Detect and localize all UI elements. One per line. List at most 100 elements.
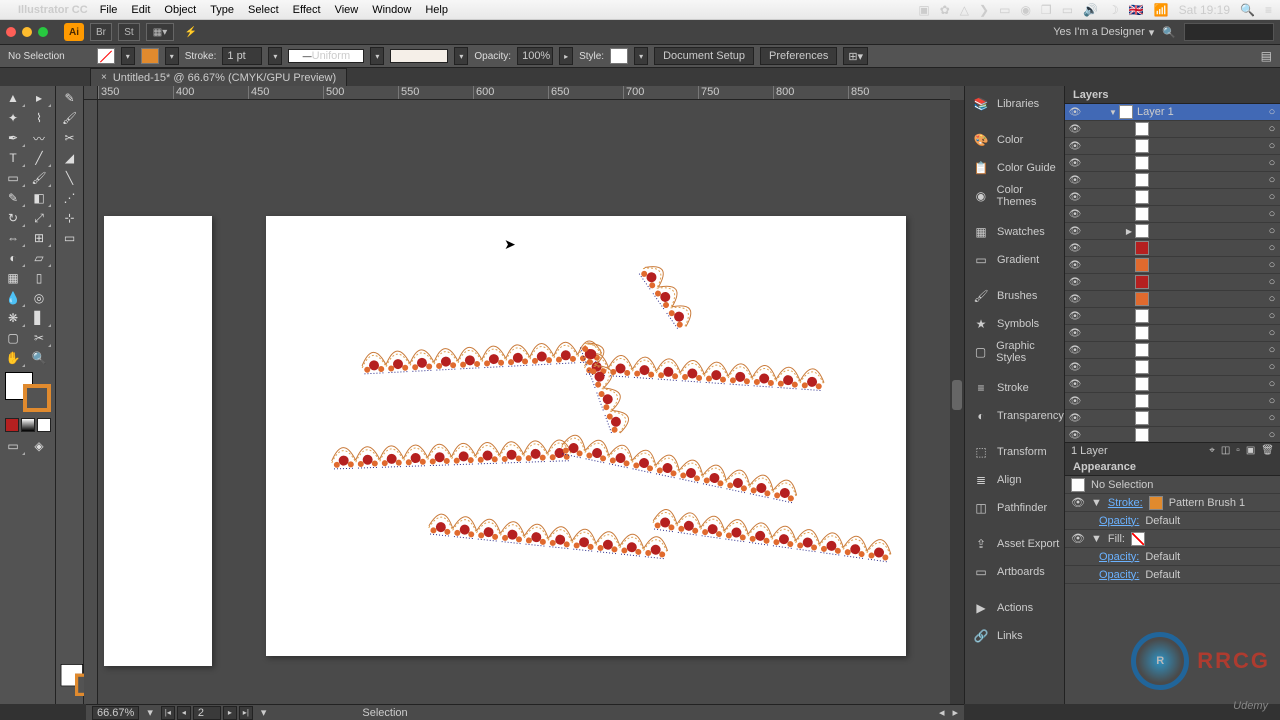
panel-strip-transparency[interactable]: ◐Transparency: [965, 402, 1064, 430]
flag-icon[interactable]: 🇬🇧: [1129, 3, 1144, 17]
artboard-number-field[interactable]: 2: [193, 706, 221, 720]
menu-icon[interactable]: ≡: [1265, 3, 1272, 17]
tool-sec[interactable]: ⋰: [57, 188, 83, 208]
tray-icon[interactable]: ▣: [918, 3, 929, 17]
document-setup-button[interactable]: Document Setup: [654, 47, 754, 65]
gradient-tool[interactable]: ▯: [26, 268, 52, 288]
appearance-tab[interactable]: Appearance: [1065, 458, 1280, 476]
visibility-icon[interactable]: 👁: [1065, 243, 1085, 254]
zoom-field[interactable]: 66.67%: [92, 706, 139, 720]
visibility-icon[interactable]: 👁: [1065, 124, 1085, 135]
perspective-tool[interactable]: ▱: [26, 248, 52, 268]
target-icon[interactable]: ○: [1264, 310, 1280, 322]
tool-sec[interactable]: ◢: [57, 148, 83, 168]
target-icon[interactable]: ○: [1264, 208, 1280, 220]
tool-sec[interactable]: ⊹: [57, 208, 83, 228]
layer-row[interactable]: 👁○: [1065, 172, 1280, 189]
layer-row[interactable]: 👁○: [1065, 189, 1280, 206]
rotate-tool[interactable]: ↻: [0, 208, 26, 228]
magic-wand-tool[interactable]: ✦: [0, 108, 26, 128]
disclose-icon[interactable]: ▼: [1091, 497, 1102, 509]
menu-view[interactable]: View: [335, 4, 359, 16]
visibility-icon[interactable]: 👁: [1065, 226, 1085, 237]
panel-strip-gradient[interactable]: ▭Gradient: [965, 246, 1064, 274]
layer-row[interactable]: 👁○: [1065, 376, 1280, 393]
panel-strip-color-themes[interactable]: ◉Color Themes: [965, 182, 1064, 210]
panel-strip-symbols[interactable]: ★Symbols: [965, 310, 1064, 338]
tray-icon[interactable]: ❯: [979, 3, 989, 17]
minimize-window[interactable]: [22, 27, 32, 37]
panel-strip-asset-export[interactable]: ⇪Asset Export: [965, 530, 1064, 558]
shaper-tool[interactable]: ✎: [0, 188, 26, 208]
target-icon[interactable]: ○: [1264, 106, 1280, 118]
visibility-icon[interactable]: 👁: [1065, 175, 1085, 186]
opacity-link[interactable]: Opacity:: [1071, 515, 1139, 527]
layer-row[interactable]: 👁○: [1065, 427, 1280, 442]
new-sublayer-icon[interactable]: ▫: [1236, 445, 1240, 456]
none-mode-icon[interactable]: [37, 418, 51, 432]
target-icon[interactable]: ○: [1264, 174, 1280, 186]
type-tool[interactable]: T: [0, 148, 26, 168]
layer-row[interactable]: 👁▶○: [1065, 223, 1280, 240]
visibility-icon[interactable]: 👁: [1065, 362, 1085, 373]
locate-object-icon[interactable]: ⌖: [1209, 445, 1215, 456]
disclose-icon[interactable]: ▶: [1123, 227, 1135, 236]
zoom-dropdown[interactable]: ▾: [147, 706, 153, 719]
close-tab-icon[interactable]: ×: [101, 72, 107, 83]
new-layer-icon[interactable]: ▣: [1246, 445, 1255, 456]
panel-strip-pathfinder[interactable]: ◫Pathfinder: [965, 494, 1064, 522]
rectangle-tool[interactable]: ▭: [0, 168, 26, 188]
visibility-icon[interactable]: 👁: [1071, 496, 1085, 509]
spotlight-icon[interactable]: 🔍: [1240, 3, 1255, 17]
visibility-icon[interactable]: 👁: [1065, 260, 1085, 271]
layer-row[interactable]: 👁▼Layer 1○: [1065, 104, 1280, 121]
width-tool[interactable]: ⇔: [0, 228, 26, 248]
stroke-swatch[interactable]: [1149, 496, 1163, 510]
slice-tool[interactable]: ✂: [26, 328, 52, 348]
artboard-dropdown[interactable]: ▾: [261, 706, 267, 719]
stroke-swatch[interactable]: [141, 48, 159, 64]
graph-tool[interactable]: ▋: [26, 308, 52, 328]
menu-file[interactable]: File: [100, 4, 118, 16]
visibility-icon[interactable]: 👁: [1065, 141, 1085, 152]
first-artboard-button[interactable]: |◂: [161, 706, 175, 720]
stroke-dropdown[interactable]: ▾: [165, 47, 179, 65]
brush-dropdown[interactable]: ▾: [454, 47, 468, 65]
target-icon[interactable]: ○: [1264, 412, 1280, 424]
visibility-icon[interactable]: 👁: [1065, 311, 1085, 322]
target-icon[interactable]: ○: [1264, 191, 1280, 203]
blend-tool[interactable]: ◎: [26, 288, 52, 308]
stroke-weight-field[interactable]: 1 pt: [222, 47, 262, 65]
scroll-left-icon[interactable]: ◂: [939, 706, 945, 719]
next-artboard-button[interactable]: ▸: [223, 706, 237, 720]
fill-swatch[interactable]: [1131, 532, 1145, 546]
visibility-icon[interactable]: 👁: [1065, 413, 1085, 424]
gpu-button[interactable]: ⚡: [180, 23, 202, 41]
volume-icon[interactable]: 🔊: [1083, 3, 1098, 17]
arrange-docs-button[interactable]: ▦▾: [146, 23, 174, 41]
hand-tool[interactable]: ✋: [0, 348, 26, 368]
target-icon[interactable]: ○: [1264, 259, 1280, 271]
fill-dropdown[interactable]: ▾: [121, 47, 135, 65]
direct-selection-tool[interactable]: ▸: [26, 88, 52, 108]
scale-tool[interactable]: ⤢: [26, 208, 52, 228]
panel-strip-swatches[interactable]: ▦Swatches: [965, 218, 1064, 246]
panel-strip-align[interactable]: ≣Align: [965, 466, 1064, 494]
target-icon[interactable]: ○: [1264, 429, 1280, 441]
panel-strip-transform[interactable]: ⬚Transform: [965, 438, 1064, 466]
panel-strip-color[interactable]: 🎨Color: [965, 126, 1064, 154]
menu-help[interactable]: Help: [425, 4, 448, 16]
fill-swatch[interactable]: [97, 48, 115, 64]
maximize-window[interactable]: [38, 27, 48, 37]
opacity-link[interactable]: Opacity:: [1071, 569, 1139, 581]
scrollbar-vertical[interactable]: [950, 100, 964, 704]
visibility-icon[interactable]: 👁: [1065, 396, 1085, 407]
make-clip-mask-icon[interactable]: ◫: [1221, 445, 1230, 456]
search-input[interactable]: [1184, 23, 1274, 41]
visibility-icon[interactable]: 👁: [1065, 277, 1085, 288]
menu-effect[interactable]: Effect: [293, 4, 321, 16]
symbol-sprayer-tool[interactable]: ❋: [0, 308, 26, 328]
gradient-mode-icon[interactable]: [21, 418, 35, 432]
panel-strip-stroke[interactable]: ≡Stroke: [965, 374, 1064, 402]
target-icon[interactable]: ○: [1264, 361, 1280, 373]
